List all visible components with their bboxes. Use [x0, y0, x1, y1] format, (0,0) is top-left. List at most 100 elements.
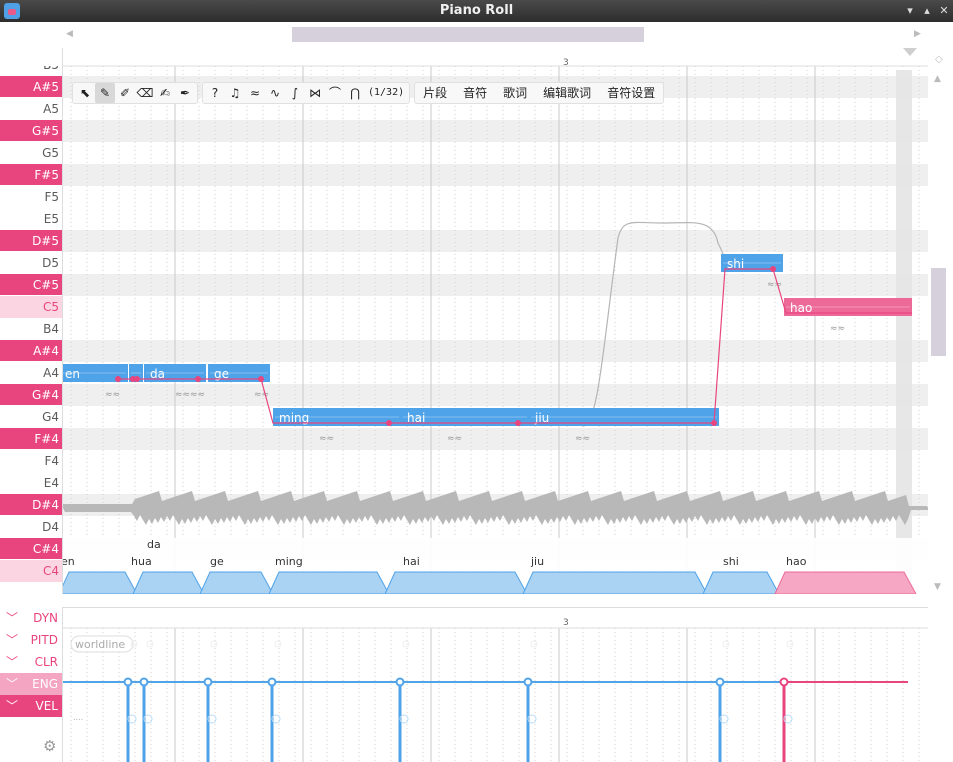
vibrato-icon[interactable]: ≈≈	[447, 434, 462, 444]
vibrato-icon[interactable]: ≈≈	[575, 434, 590, 444]
key-g5[interactable]: G5	[0, 142, 62, 164]
phoneme-tool-icon[interactable]: ⋂	[345, 83, 365, 103]
expression-graph[interactable]: 3 worldline....	[63, 608, 928, 762]
phoneme-block[interactable]	[702, 571, 780, 594]
pitch-point[interactable]	[770, 266, 776, 272]
velocity-handle[interactable]	[123, 677, 133, 687]
pitch-point[interactable]	[386, 420, 392, 426]
horizontal-scroll-thumb[interactable]	[292, 27, 644, 42]
phoneme-block[interactable]	[774, 571, 917, 594]
pitch-point[interactable]	[134, 376, 140, 382]
envelope-tool-icon[interactable]: ⌒	[325, 83, 345, 103]
expression-pitd[interactable]: ﹀ PITD	[0, 629, 62, 651]
piano-keys[interactable]: B5A#5A5G#5G5F#5F5E5D#5D5C#5C5B4A#4A4G#4G…	[0, 66, 62, 594]
key-asharp5[interactable]: A#5	[0, 76, 62, 98]
question-tool-icon[interactable]: ?	[205, 83, 225, 103]
piano-roll-canvas[interactable]: 3 en ≈≈ ≈≈ da ≈≈ ge ≈≈ ming ≈≈ hai ≈≈ jiu ≈≈ shi ≈≈ hao ≈…	[62, 48, 928, 594]
velocity-handle[interactable]	[139, 677, 149, 687]
pitch-point[interactable]	[711, 420, 717, 426]
gear-icon[interactable]: ⚙	[43, 737, 61, 755]
key-a5[interactable]: A5	[0, 98, 62, 120]
vertical-scrollbar[interactable]	[928, 48, 953, 594]
scroll-right-icon[interactable]: ▶	[914, 29, 921, 39]
snap-selector[interactable]: (1/32)	[365, 83, 407, 103]
menu-item-4[interactable]: 音符设置	[599, 82, 663, 104]
vibrato-icon[interactable]: ≈≈	[767, 280, 782, 290]
scroll-up-icon[interactable]: ▲	[934, 74, 941, 84]
velocity-handle[interactable]	[715, 677, 725, 687]
phoneme-block[interactable]	[132, 571, 205, 594]
vibrato-icon[interactable]: ≈≈	[830, 324, 845, 334]
pitch-point[interactable]	[515, 420, 521, 426]
pitch-point[interactable]	[195, 376, 201, 382]
expression-clr[interactable]: ﹀ CLR	[0, 651, 62, 673]
velocity-handle[interactable]	[779, 677, 789, 687]
vertical-scroll-thumb[interactable]	[931, 268, 946, 356]
velocity-handle[interactable]	[395, 677, 405, 687]
waveform-tool-icon[interactable]: ⋈	[305, 83, 325, 103]
key-c5[interactable]: C5	[0, 296, 62, 318]
eraser-tool-icon[interactable]: ⌫	[135, 83, 155, 103]
vibrato-tool-icon[interactable]: ≈	[245, 83, 265, 103]
phoneme-block[interactable]	[268, 571, 390, 594]
menu-item-3[interactable]: 编辑歌词	[535, 82, 599, 104]
key-asharp4[interactable]: A#4	[0, 340, 62, 362]
horizontal-scrollbar[interactable]	[62, 22, 928, 48]
key-d4[interactable]: D4	[0, 516, 62, 538]
key-dsharp5[interactable]: D#5	[0, 230, 62, 252]
phoneme-block[interactable]	[199, 571, 274, 594]
key-e4[interactable]: E4	[0, 472, 62, 494]
key-fsharp5[interactable]: F#5	[0, 164, 62, 186]
maximize-button[interactable]: ▴	[920, 4, 934, 18]
key-f4[interactable]: F4	[0, 450, 62, 472]
key-csharp4[interactable]: C#4	[0, 538, 62, 560]
key-d5[interactable]: D5	[0, 252, 62, 274]
key-gsharp5[interactable]: G#5	[0, 120, 62, 142]
brush-tool-icon[interactable]: ✍	[155, 83, 175, 103]
velocity-handle[interactable]	[203, 677, 213, 687]
knife-tool-icon[interactable]: ✒	[175, 83, 195, 103]
diamond-icon[interactable]: ◇	[935, 54, 943, 65]
key-f5[interactable]: F5	[0, 186, 62, 208]
select-tool-icon[interactable]: ⬉	[75, 83, 95, 103]
phoneme-block[interactable]	[63, 571, 138, 594]
pitch-point[interactable]	[115, 376, 121, 382]
vibrato-icon[interactable]: ≈≈	[105, 390, 120, 400]
vibrato-icon[interactable]: ≈≈	[175, 390, 190, 400]
magic-pencil-tool-icon[interactable]: ✐	[115, 83, 135, 103]
vibrato-icon[interactable]: ≈≈	[319, 434, 334, 444]
note-grid[interactable]: 3en≈≈ ≈≈da≈≈ge≈≈ming≈≈hai≈≈jiu≈≈shi≈≈hao≈…	[63, 48, 928, 594]
phoneme-block[interactable]	[522, 571, 708, 594]
close-button[interactable]: ✕	[937, 4, 951, 18]
key-gsharp4[interactable]: G#4	[0, 384, 62, 406]
pencil-tool-icon[interactable]: ✎	[95, 83, 115, 103]
vibrato-icon[interactable]: ≈≈	[190, 390, 205, 400]
pitch-point[interactable]	[258, 376, 264, 382]
key-b4[interactable]: B4	[0, 318, 62, 340]
expression-vel[interactable]: ﹀ VEL	[0, 695, 62, 717]
minimize-button[interactable]: ▾	[903, 4, 917, 18]
key-a4[interactable]: A4	[0, 362, 62, 384]
key-b5[interactable]: B5	[0, 66, 62, 76]
velocity-handle[interactable]	[267, 677, 277, 687]
expression-eng[interactable]: ﹀ ENG	[0, 673, 62, 695]
expression-canvas[interactable]: 3 worldline....	[62, 607, 928, 762]
key-c4[interactable]: C4	[0, 560, 62, 582]
menu-item-0[interactable]: 片段	[415, 82, 455, 104]
scroll-down-icon[interactable]: ▼	[934, 582, 941, 592]
key-fsharp4[interactable]: F#4	[0, 428, 62, 450]
s-curve-tool-icon[interactable]: ∫	[285, 83, 305, 103]
note-tool-icon[interactable]: ♫	[225, 83, 245, 103]
scroll-left-icon[interactable]: ◀	[66, 29, 73, 39]
key-csharp5[interactable]: C#5	[0, 274, 62, 296]
phoneme-block[interactable]	[384, 571, 528, 594]
expression-dyn[interactable]: ﹀ DYN	[0, 607, 62, 629]
key-e5[interactable]: E5	[0, 208, 62, 230]
key-dsharp4[interactable]: D#4	[0, 494, 62, 516]
velocity-handle[interactable]	[523, 677, 533, 687]
key-g4[interactable]: G4	[0, 406, 62, 428]
menu-item-2[interactable]: 歌词	[495, 82, 535, 104]
playhead-marker-icon[interactable]	[903, 48, 917, 56]
menu-item-1[interactable]: 音符	[455, 82, 495, 104]
pitch-curve-tool-icon[interactable]: ∿	[265, 83, 285, 103]
